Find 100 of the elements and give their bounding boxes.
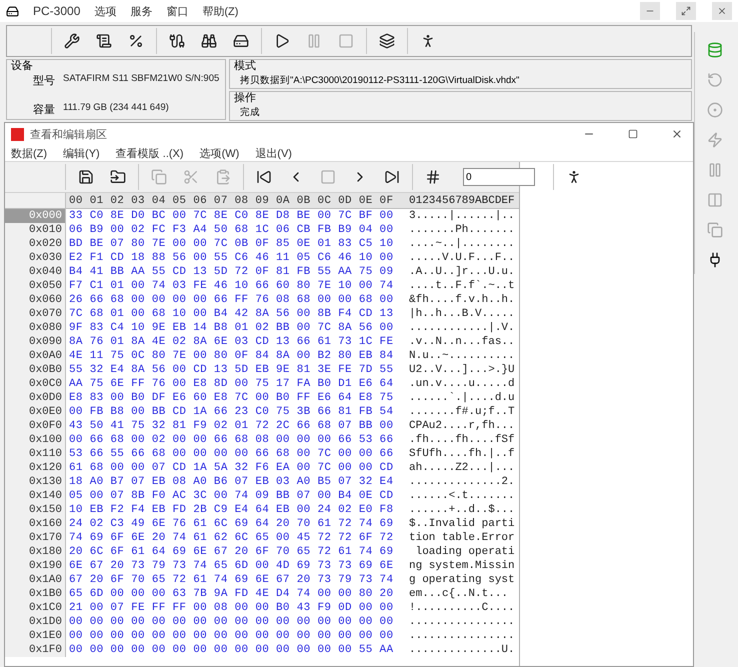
hex-bytes: 00 00 00 00 00 00 00 00 00 00 00 00 00 00 55 AA xyxy=(69,643,394,657)
offset-cell[interactable]: 0x190 xyxy=(5,559,65,573)
ascii-text: ..............U. xyxy=(409,643,515,657)
pause-icon xyxy=(707,162,723,178)
panel-title: 设备 xyxy=(11,60,33,72)
ascii-text: loading operati xyxy=(414,545,515,559)
hex-bytes: 26 66 68 00 00 00 00 66 FF 76 08 68 00 00 68 00 xyxy=(69,293,394,307)
offset-cell[interactable]: 0x0E0 xyxy=(5,405,65,419)
ascii-text: ..............2. xyxy=(409,475,515,489)
field-value: SATAFIRM S11 SBFM21W0 S/N:905 xyxy=(63,73,220,86)
hex-bytes: 6E 67 20 73 79 73 74 65 6D 00 4D 69 73 73 69 6E xyxy=(69,559,394,573)
menu-item[interactable]: 选项(W) xyxy=(200,146,240,160)
menu-item[interactable]: 查看模版 ..(X) xyxy=(116,146,184,160)
offset-cell[interactable]: 0x060 xyxy=(5,293,65,307)
mode-text: 拷贝数据到"A:\PC3000\20190112-PS3111-120G\VirtualDisk.vhdx" xyxy=(239,74,520,88)
hex-bytes: 05 00 07 8B F0 AC 3C 00 74 09 BB 07 00 B4 0E CD xyxy=(69,489,394,503)
column-header: 0123456789ABCDEF xyxy=(409,194,515,208)
offset-cell[interactable]: 0x150 xyxy=(5,503,65,517)
maximize-icon xyxy=(628,129,638,139)
field-value: 111.79 GB (234 441 649) xyxy=(63,102,169,115)
offset-cell[interactable]: 0x1A0 xyxy=(5,573,65,587)
menu-item[interactable]: 数据(Z) xyxy=(11,146,48,160)
offset-cell[interactable]: 0x1B0 xyxy=(5,587,65,601)
wrench-icon xyxy=(64,33,80,49)
offset-cell[interactable]: 0x070 xyxy=(5,307,65,321)
scroll-icon xyxy=(96,33,112,49)
ascii-text: $..Invalid parti xyxy=(409,517,515,531)
offset-cell[interactable]: 0x0D0 xyxy=(5,391,65,405)
restore-button[interactable] xyxy=(676,2,696,20)
offset-cell[interactable]: 0x1C0 xyxy=(5,601,65,615)
ascii-text: tion table.Error xyxy=(409,531,515,545)
ascii-text: ................ xyxy=(409,629,515,643)
menu-item[interactable]: 退出(V) xyxy=(255,146,292,160)
hex-bytes: 21 00 07 FE FF FF 00 08 00 00 B0 43 F9 0D 00 00 xyxy=(69,601,394,615)
ascii-text: ....t..F.f`.~..t xyxy=(409,279,515,293)
offset-field[interactable]: 0 xyxy=(463,168,535,186)
hex-bytes: E8 83 00 B0 DF E6 60 E8 7C 00 B0 FF E6 64 E8 75 xyxy=(69,391,394,405)
offset-cell[interactable]: 0x0C0 xyxy=(5,377,65,391)
menu-item[interactable]: 编辑(Y) xyxy=(63,146,100,160)
panel-title: 模式 xyxy=(234,60,257,73)
ascii-text: ......`.|....d.u xyxy=(409,391,515,405)
hex-bytes: 20 6C 6F 61 64 69 6E 67 20 6F 70 65 72 61 74 69 xyxy=(69,545,394,559)
offset-cell[interactable]: 0x0B0 xyxy=(5,363,65,377)
windows-icon xyxy=(379,33,395,49)
ascii-text: |h..h...B.V..... xyxy=(409,307,515,321)
offset-cell[interactable]: 0x100 xyxy=(5,433,65,447)
hex-bytes: 00 00 00 00 00 00 00 00 00 00 00 00 00 00 00 00 xyxy=(69,629,394,643)
offset-cell[interactable]: 0x180 xyxy=(5,545,65,559)
hex-bytes: 00 FB B8 00 BB CD 1A 66 23 C0 75 3B 66 81 FB 54 xyxy=(69,405,394,419)
offset-cell[interactable]: 0x160 xyxy=(5,517,65,531)
menu-item[interactable]: 选项 xyxy=(94,4,116,18)
ascii-text: ......+..d..$... xyxy=(409,503,515,517)
menu-item[interactable]: 服务 xyxy=(130,4,152,18)
hex-bytes: F7 C1 01 00 74 03 FE 46 10 66 60 80 7E 10 00 74 xyxy=(69,279,394,293)
offset-cell[interactable]: 0x0F0 xyxy=(5,419,65,433)
field-label: 型号 xyxy=(33,74,55,88)
offset-cell[interactable]: 0x1D0 xyxy=(5,615,65,629)
ascii-text: g operating syst xyxy=(409,573,515,587)
app-icon xyxy=(11,128,24,140)
hex-bytes: E2 F1 CD 18 88 56 00 55 C6 46 11 05 C6 46 10 00 xyxy=(69,251,394,265)
offset-cell[interactable]: 0x030 xyxy=(5,251,65,265)
offset-cell[interactable]: 0x130 xyxy=(5,475,65,489)
hex-bytes: 06 B9 00 02 FC F3 A4 50 68 1C 06 CB FB B9 04 00 xyxy=(69,223,394,237)
offset-cell[interactable]: 0x040 xyxy=(5,265,65,279)
ascii-text: .A..U..]r...U.u. xyxy=(409,265,515,279)
close-button[interactable] xyxy=(712,2,732,20)
offset-cell[interactable]: 0x050 xyxy=(5,279,65,293)
hex-bytes: 00 00 00 00 00 00 00 00 00 00 00 00 00 00 00 00 xyxy=(69,615,394,629)
ascii-text: .un.v....u.....d xyxy=(409,377,515,391)
ascii-text: em...c{..N.t... xyxy=(409,587,508,601)
offset-cell[interactable]: 0x020 xyxy=(5,237,65,251)
menu-item[interactable]: 帮助(Z) xyxy=(202,4,238,18)
ascii-text: CPAu2....r,fh... xyxy=(409,419,515,433)
hex-bytes: 7C 68 01 00 68 10 00 B4 42 8A 56 00 8B F4 CD 13 xyxy=(69,307,394,321)
column-header: 00 01 02 03 04 05 06 07 08 09 0A 0B 0C 0D 0E 0F xyxy=(69,194,394,208)
offset-cell[interactable]: 0x120 xyxy=(5,461,65,475)
ascii-text: U2..V...]...>.}U xyxy=(409,363,515,377)
close-icon xyxy=(671,128,683,140)
offset-cell[interactable]: 0x090 xyxy=(5,335,65,349)
hex-bytes: 4E 11 75 0C 80 7E 00 80 0F 84 8A 00 B2 80 EB 84 xyxy=(69,349,394,363)
close-icon xyxy=(717,6,727,16)
menu-item[interactable]: 窗口 xyxy=(166,4,188,18)
cut-icon xyxy=(183,169,199,185)
offset-cell[interactable]: 0x110 xyxy=(5,447,65,461)
columns-icon xyxy=(707,192,723,208)
stop-icon xyxy=(320,169,336,185)
offset-cell[interactable]: 0x140 xyxy=(5,489,65,503)
offset-cell[interactable]: 0x0A0 xyxy=(5,349,65,363)
circle-icon xyxy=(707,102,723,118)
save-icon xyxy=(78,169,94,185)
ascii-text: ............|.V. xyxy=(409,321,515,335)
offset-cell[interactable]: 0x1E0 xyxy=(5,629,65,643)
offset-cell[interactable]: 0x080 xyxy=(5,321,65,335)
ascii-text: ng system.Missin xyxy=(409,559,515,573)
reset-icon xyxy=(707,72,723,88)
offset-cell[interactable]: 0x010 xyxy=(5,223,65,237)
app-title: PC-3000 xyxy=(33,4,80,18)
offset-cell[interactable]: 0x1F0 xyxy=(5,643,65,657)
offset-cell[interactable]: 0x170 xyxy=(5,531,65,545)
copy-icon xyxy=(151,169,167,185)
